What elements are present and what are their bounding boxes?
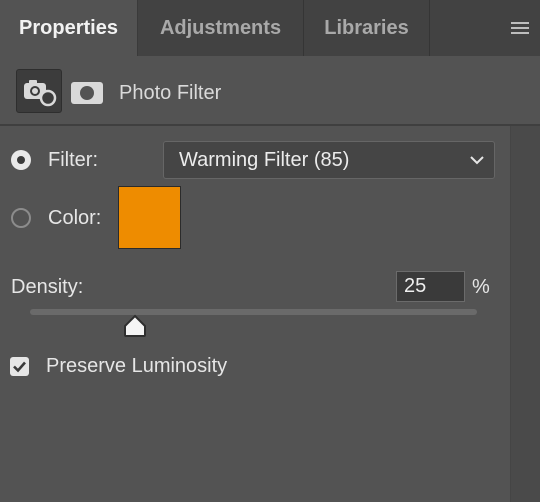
color-label: Color: — [48, 207, 102, 229]
color-radio[interactable] — [11, 208, 31, 228]
filter-radio[interactable] — [11, 150, 31, 170]
preserve-luminosity-label: Preserve Luminosity — [46, 355, 228, 377]
color-swatch[interactable] — [118, 186, 181, 249]
scrollbar[interactable] — [510, 126, 540, 502]
properties-panel: Properties Adjustments Libraries Photo F… — [0, 0, 540, 502]
tab-libraries[interactable]: Libraries — [304, 0, 430, 56]
preserve-luminosity-checkbox[interactable] — [10, 357, 29, 376]
layer-mask-button[interactable] — [70, 80, 104, 106]
adjustment-layer-button[interactable] — [16, 69, 62, 113]
tab-bar: Properties Adjustments Libraries — [0, 0, 540, 56]
density-unit: % — [472, 276, 490, 298]
chevron-down-icon — [470, 156, 484, 165]
density-input[interactable]: 25 — [396, 271, 465, 302]
filter-select[interactable]: Warming Filter (85) — [163, 141, 495, 179]
tab-properties[interactable]: Properties — [0, 0, 138, 56]
mask-icon — [71, 82, 103, 104]
filter-select-value: Warming Filter (85) — [179, 149, 350, 171]
adjustment-title: Photo Filter — [119, 82, 222, 104]
checkmark-icon — [13, 361, 26, 373]
panel-menu-icon[interactable] — [510, 19, 530, 37]
camera-adjustment-icon — [24, 80, 57, 107]
density-slider-track[interactable] — [30, 309, 477, 315]
tab-adjustments[interactable]: Adjustments — [138, 0, 304, 56]
density-label: Density: — [11, 276, 84, 298]
density-slider-thumb[interactable] — [122, 314, 148, 338]
filter-label: Filter: — [48, 149, 98, 171]
